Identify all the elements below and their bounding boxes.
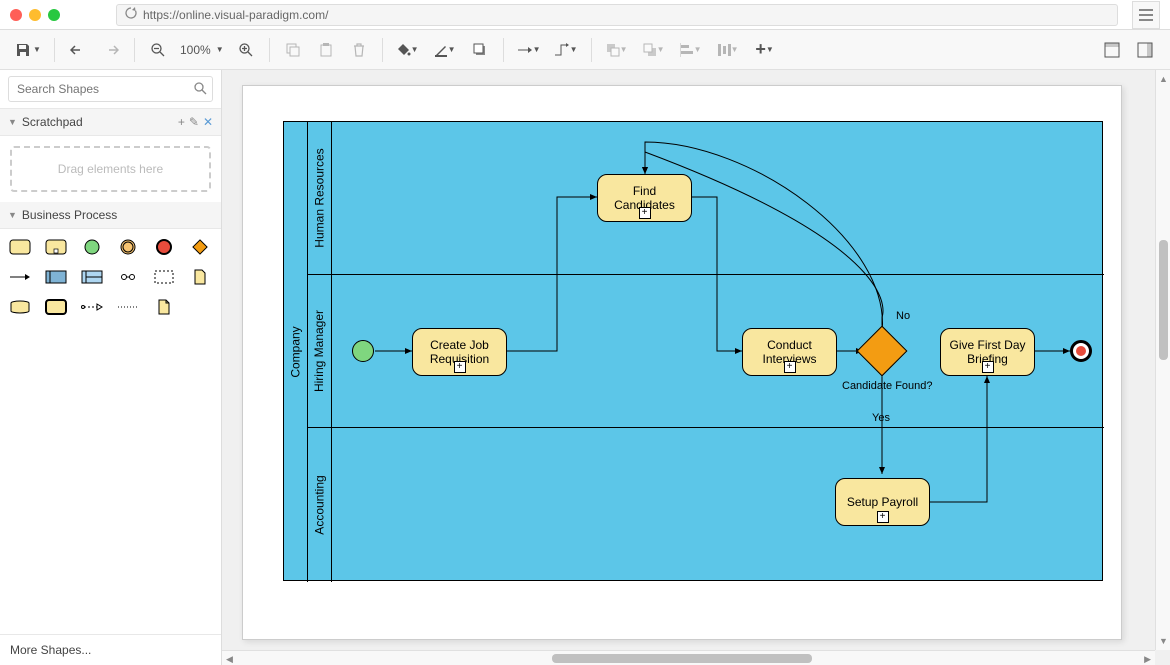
drop-area[interactable]: Drag elements here: [10, 146, 211, 192]
scroll-thumb[interactable]: [552, 654, 812, 663]
shape-pool[interactable]: [44, 267, 68, 287]
end-event[interactable]: [1070, 340, 1092, 362]
scratchpad-body: Drag elements here: [0, 136, 221, 202]
format-panel-button[interactable]: [1097, 35, 1127, 65]
add-scratch-icon[interactable]: +: [178, 115, 185, 129]
redo-button[interactable]: [96, 35, 126, 65]
task-briefing[interactable]: Give First Day Briefing+: [940, 328, 1035, 376]
lane-label: Hiring Manager: [313, 310, 327, 392]
pool-title: Company: [284, 122, 308, 582]
zoom-in-button[interactable]: [231, 35, 261, 65]
scroll-right-icon[interactable]: ▶: [1144, 654, 1151, 665]
to-back-button[interactable]: ▼: [637, 35, 671, 65]
menu-button[interactable]: [1132, 1, 1160, 29]
shape-search: [0, 70, 221, 109]
insert-button[interactable]: +▼: [748, 35, 782, 65]
edge-label-yes: Yes: [872, 412, 890, 424]
shape-intermediate-event[interactable]: [116, 237, 140, 257]
search-input[interactable]: [8, 76, 213, 102]
shape-sequence-flow[interactable]: [8, 267, 32, 287]
shape-data-object[interactable]: [188, 267, 212, 287]
lane-accounting[interactable]: Accounting: [308, 428, 1104, 582]
zoom-out-button[interactable]: [143, 35, 173, 65]
shape-lane[interactable]: [80, 267, 104, 287]
line-color-button[interactable]: ▼: [428, 35, 462, 65]
shape-gateway[interactable]: [188, 237, 212, 257]
search-icon[interactable]: [194, 82, 207, 98]
horizontal-scrollbar[interactable]: ◀ ▶: [222, 650, 1155, 665]
scroll-down-icon[interactable]: ▼: [1159, 636, 1168, 646]
shape-task[interactable]: [8, 237, 32, 257]
lane-hr[interactable]: Human Resources: [308, 122, 1104, 275]
scroll-left-icon[interactable]: ◀: [226, 654, 233, 665]
task-setup-payroll[interactable]: Setup Payroll+: [835, 478, 930, 526]
minimize-window-button[interactable]: [29, 9, 41, 21]
edit-scratch-icon[interactable]: ✎: [189, 115, 199, 129]
shape-palette: [0, 229, 221, 325]
save-button[interactable]: ▼: [10, 35, 46, 65]
bpmn-diagram: Company Human Resources Hiring Manager A…: [283, 121, 1103, 581]
shape-end-event[interactable]: [152, 237, 176, 257]
collapse-icon: ▼: [8, 210, 17, 220]
shape-message-flow[interactable]: [80, 297, 104, 317]
shape-conversation[interactable]: [116, 267, 140, 287]
task-find-candidates[interactable]: Find Candidates+: [597, 174, 692, 222]
window-titlebar: https://online.visual-paradigm.com/: [0, 0, 1170, 30]
traffic-lights: [10, 9, 60, 21]
zoom-level[interactable]: 100%▼: [176, 43, 228, 57]
copy-button[interactable]: [278, 35, 308, 65]
task-create-requisition[interactable]: Create Job Requisition+: [412, 328, 507, 376]
close-scratch-icon[interactable]: ✕: [203, 115, 213, 129]
shape-call-activity[interactable]: [44, 297, 68, 317]
toolbar: ▼ 100%▼ ▼ ▼ ▼ ▼ ▼ ▼ ▼ ▼ +▼: [0, 30, 1170, 70]
shadow-button[interactable]: [465, 35, 495, 65]
to-front-button[interactable]: ▼: [600, 35, 634, 65]
lane-label: Human Resources: [313, 148, 327, 247]
shape-association[interactable]: [116, 297, 140, 317]
edge-label-no: No: [896, 310, 910, 322]
gateway-label: Candidate Found?: [842, 380, 933, 392]
reload-icon[interactable]: [125, 7, 137, 22]
collapse-icon: ▼: [8, 117, 17, 127]
maximize-window-button[interactable]: [48, 9, 60, 21]
shape-subprocess[interactable]: [44, 237, 68, 257]
outline-panel-button[interactable]: [1130, 35, 1160, 65]
url-text: https://online.visual-paradigm.com/: [143, 8, 328, 22]
more-shapes-link[interactable]: More Shapes...: [0, 634, 221, 665]
vertical-scrollbar[interactable]: ▲ ▼: [1155, 70, 1170, 650]
canvas-area: Company Human Resources Hiring Manager A…: [222, 70, 1170, 665]
pool-company[interactable]: Company Human Resources Hiring Manager A…: [283, 121, 1103, 581]
task-conduct-interviews[interactable]: Conduct Interviews+: [742, 328, 837, 376]
scratchpad-header[interactable]: ▼ Scratchpad + ✎ ✕: [0, 109, 221, 136]
align-button[interactable]: ▼: [674, 35, 708, 65]
scroll-up-icon[interactable]: ▲: [1159, 74, 1168, 84]
sidebar: ▼ Scratchpad + ✎ ✕ Drag elements here ▼ …: [0, 70, 222, 665]
waypoint-style-button[interactable]: ▼: [549, 35, 583, 65]
connection-style-button[interactable]: ▼: [512, 35, 546, 65]
delete-button[interactable]: [344, 35, 374, 65]
shape-group[interactable]: [152, 267, 176, 287]
distribute-button[interactable]: ▼: [711, 35, 745, 65]
close-window-button[interactable]: [10, 9, 22, 21]
url-bar[interactable]: https://online.visual-paradigm.com/: [116, 4, 1118, 26]
shape-annotation[interactable]: [152, 297, 176, 317]
scratchpad-title: Scratchpad: [22, 115, 83, 129]
paste-button[interactable]: [311, 35, 341, 65]
fill-color-button[interactable]: ▼: [391, 35, 425, 65]
palette-header[interactable]: ▼ Business Process: [0, 202, 221, 229]
main-area: ▼ Scratchpad + ✎ ✕ Drag elements here ▼ …: [0, 70, 1170, 665]
shape-data-store[interactable]: [8, 297, 32, 317]
undo-button[interactable]: [63, 35, 93, 65]
lane-label: Accounting: [313, 475, 327, 534]
drawing-canvas[interactable]: Company Human Resources Hiring Manager A…: [242, 85, 1122, 640]
start-event[interactable]: [352, 340, 374, 362]
shape-start-event[interactable]: [80, 237, 104, 257]
palette-title: Business Process: [22, 208, 117, 222]
scroll-thumb[interactable]: [1159, 240, 1168, 360]
